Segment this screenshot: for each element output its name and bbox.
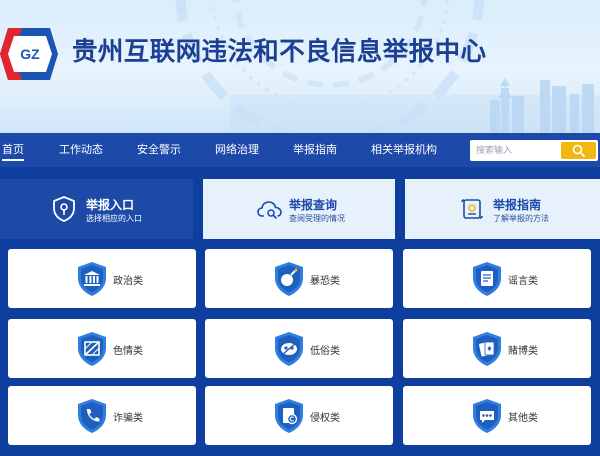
nav-item-related-agencies[interactable]: 相关举报机构 [371, 133, 437, 167]
category-card-fraud[interactable]: 诈骗类 [8, 386, 196, 445]
category-label: 低俗类 [310, 346, 340, 357]
nav-item-home[interactable]: 首页 [2, 133, 24, 167]
cards-icon [473, 332, 501, 366]
search-button[interactable] [561, 142, 596, 159]
document-icon [473, 262, 501, 296]
logo-text: GZ [20, 46, 40, 62]
tab-report-entry[interactable]: 举报入口 选择相应的入口 [0, 179, 193, 239]
category-label: 诈骗类 [113, 413, 143, 424]
category-label: 政治类 [113, 276, 143, 287]
search-icon [572, 144, 585, 157]
gz-logo: GZ [0, 28, 58, 80]
category-card-infringement[interactable]: 侵权类 [205, 386, 393, 445]
phone-icon [78, 399, 106, 433]
category-label: 暴恐类 [310, 276, 340, 287]
category-label: 谣言类 [508, 276, 538, 287]
tab-title: 举报入口 [86, 198, 135, 212]
more-icon [473, 399, 501, 433]
category-card-rumor[interactable]: 谣言类 [403, 249, 591, 308]
category-card-vulgar[interactable]: 低俗类 [205, 319, 393, 378]
tab-report-guide[interactable]: 举报指南 了解举报的方法 [405, 179, 600, 239]
search-input[interactable] [470, 140, 562, 161]
building-icon [78, 262, 106, 296]
site-title: 贵州互联网违法和不良信息举报中心 [72, 37, 487, 67]
shield-lock-icon [53, 196, 75, 222]
tab-title: 举报指南 [493, 198, 542, 212]
category-label: 侵权类 [310, 413, 340, 424]
blocked-image-icon [78, 332, 106, 366]
nav-item-security-alerts[interactable]: 安全警示 [137, 133, 181, 167]
category-label: 色情类 [113, 346, 143, 357]
nav-item-work-news[interactable]: 工作动态 [59, 133, 103, 167]
mask-icon [275, 332, 303, 366]
tab-subtitle: 查阅受理的情况 [289, 214, 345, 223]
category-card-politics[interactable]: 政治类 [8, 249, 196, 308]
category-card-terrorism[interactable]: 暴恐类 [205, 249, 393, 308]
category-card-pornography[interactable]: 色情类 [8, 319, 196, 378]
tab-subtitle: 选择相应的入口 [86, 214, 142, 223]
cloud-search-icon [257, 201, 282, 219]
nav-item-report-guide[interactable]: 举报指南 [293, 133, 337, 167]
nav-item-network-governance[interactable]: 网络治理 [215, 133, 259, 167]
tab-subtitle: 了解举报的方法 [493, 214, 549, 223]
category-label: 赌博类 [508, 346, 538, 357]
header-banner: GZ 贵州互联网违法和不良信息举报中心 [0, 0, 600, 133]
category-label: 其他类 [508, 413, 538, 424]
bomb-icon [275, 262, 303, 296]
category-card-gambling[interactable]: 赌博类 [403, 319, 591, 378]
tab-title: 举报查询 [289, 198, 338, 212]
category-card-other[interactable]: 其他类 [403, 386, 591, 445]
scroll-icon [461, 199, 483, 219]
tab-report-query[interactable]: 举报查询 查阅受理的情况 [203, 179, 395, 239]
search-box [470, 140, 598, 161]
copyright-icon [275, 399, 303, 433]
